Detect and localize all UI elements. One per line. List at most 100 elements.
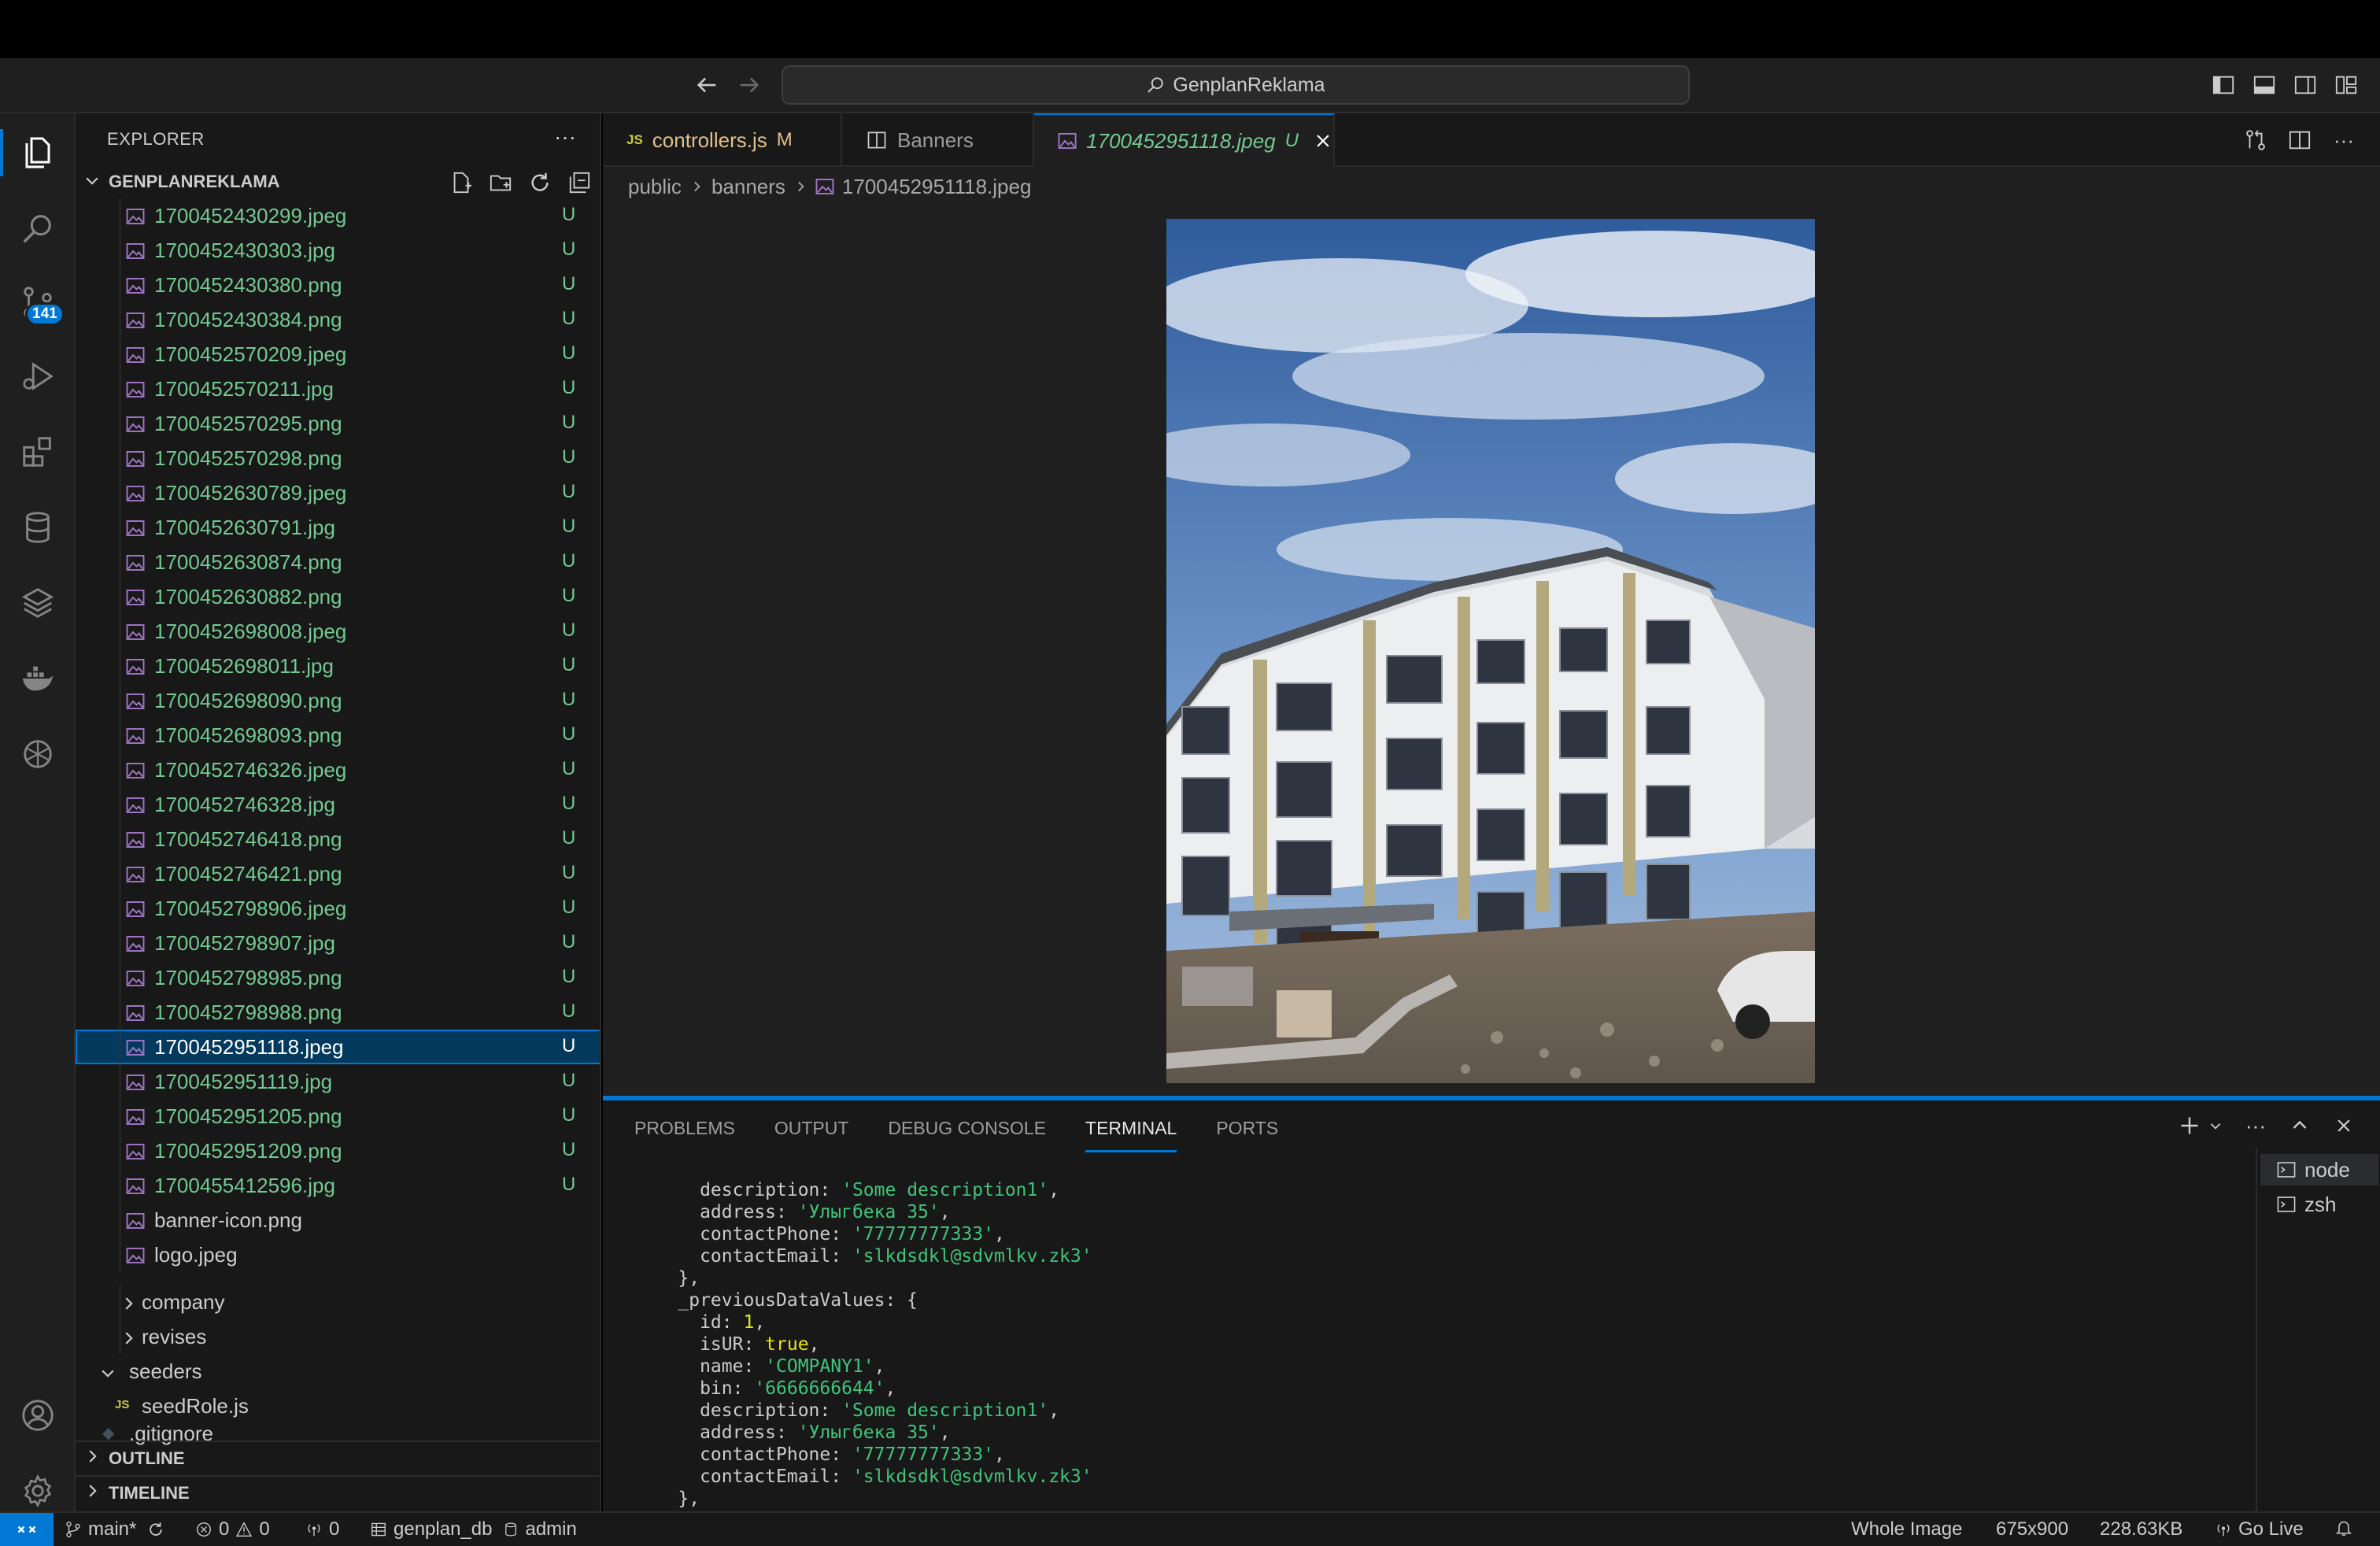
- file-row[interactable]: 1700452570211.jpg U: [76, 372, 600, 406]
- file-row[interactable]: 1700452430303.jpg U: [76, 233, 600, 268]
- tab-banners[interactable]: Banners: [842, 113, 1034, 167]
- terminal-output[interactable]: description: 'Some description1', addres…: [634, 1179, 2256, 1510]
- chatgpt-icon[interactable]: [19, 735, 57, 773]
- settings-gear-icon[interactable]: [19, 1472, 57, 1510]
- more-actions-icon[interactable]: ···: [554, 124, 576, 150]
- breadcrumb-item[interactable]: public: [628, 175, 682, 199]
- accounts-icon[interactable]: [19, 1396, 57, 1434]
- tab-problems[interactable]: PROBLEMS: [634, 1118, 735, 1152]
- outline-section-header[interactable]: OUTLINE: [76, 1441, 600, 1475]
- toggle-secondary-sidebar-icon[interactable]: [2293, 73, 2319, 98]
- file-row[interactable]: 1700452746421.png U: [76, 856, 600, 891]
- close-tab-icon[interactable]: [1313, 130, 1333, 152]
- file-row[interactable]: 1700452430380.png U: [76, 268, 600, 302]
- split-editor-icon[interactable]: [2287, 128, 2312, 153]
- new-folder-icon[interactable]: [488, 170, 513, 195]
- file-row[interactable]: 1700452630789.jpeg U: [76, 475, 600, 510]
- file-row[interactable]: 1700452951209.png U: [76, 1134, 600, 1168]
- file-row[interactable]: banner-icon.png: [76, 1203, 600, 1237]
- breadcrumb-item[interactable]: banners: [711, 175, 785, 199]
- file-row[interactable]: 1700452570209.jpeg U: [76, 337, 600, 372]
- git-branch[interactable]: main*: [65, 1518, 164, 1540]
- toggle-panel-icon[interactable]: [2252, 73, 2278, 98]
- more-actions-icon[interactable]: ···: [2331, 128, 2356, 153]
- image-zoom-mode[interactable]: Whole Image: [1851, 1518, 1962, 1540]
- refresh-icon[interactable]: [527, 170, 552, 195]
- terminal-zsh[interactable]: zsh: [2260, 1189, 2378, 1220]
- workspace-root-folder[interactable]: GENPLANREKLAMA: [76, 165, 600, 198]
- tab-terminal[interactable]: TERMINAL: [1085, 1118, 1177, 1152]
- folder-company[interactable]: company: [76, 1285, 600, 1319]
- file-row[interactable]: 1700452798988.png U: [76, 995, 600, 1030]
- file-row[interactable]: 1700452630882.png U: [76, 579, 600, 614]
- database-connection[interactable]: genplan_db admin: [370, 1518, 577, 1540]
- git-status-badge: U: [562, 412, 576, 433]
- search-icon[interactable]: [19, 209, 57, 247]
- problems-status[interactable]: 0 0: [195, 1518, 270, 1540]
- maximize-panel-icon[interactable]: [2287, 1113, 2312, 1138]
- more-actions-icon[interactable]: ···: [2243, 1113, 2268, 1138]
- new-terminal-icon[interactable]: [2177, 1113, 2202, 1138]
- file-row[interactable]: 1700452698090.png U: [76, 683, 600, 718]
- image-file-icon: [126, 936, 145, 952]
- file-row[interactable]: 1700452951205.png U: [76, 1099, 600, 1134]
- file-row[interactable]: 1700452698008.jpeg U: [76, 614, 600, 649]
- ports-status[interactable]: 0: [305, 1518, 339, 1540]
- run-debug-icon[interactable]: [19, 357, 57, 395]
- close-panel-icon[interactable]: [2331, 1113, 2356, 1138]
- image-preview[interactable]: [1166, 219, 1815, 1083]
- new-file-icon[interactable]: [449, 170, 474, 195]
- remote-indicator[interactable]: [0, 1513, 54, 1546]
- file-row[interactable]: 1700452430384.png U: [76, 302, 600, 337]
- collapse-all-icon[interactable]: [567, 170, 592, 195]
- tab-ports[interactable]: PORTS: [1216, 1118, 1278, 1152]
- folder-revises[interactable]: revises: [76, 1319, 600, 1354]
- command-center-search[interactable]: GenplanReklama: [782, 65, 1690, 105]
- file-row[interactable]: 1700452798906.jpeg U: [76, 891, 600, 926]
- file-row[interactable]: 1700452746418.png U: [76, 822, 600, 856]
- chevron-down-icon[interactable]: [2207, 1113, 2224, 1138]
- back-arrow-icon[interactable]: [693, 71, 721, 99]
- file-row[interactable]: logo.jpeg: [76, 1237, 600, 1272]
- file-row[interactable]: 1700452698093.png U: [76, 718, 600, 753]
- terminal-node[interactable]: node: [2260, 1154, 2378, 1185]
- tab-image-active[interactable]: 1700452951118.jpeg U: [1034, 113, 1335, 167]
- image-file-icon: [126, 313, 145, 328]
- code-token: contactPhone:: [634, 1444, 852, 1465]
- file-row[interactable]: 1700452630874.png U: [76, 545, 600, 579]
- timeline-section-header[interactable]: TIMELINE: [76, 1475, 600, 1510]
- layers-icon[interactable]: [19, 584, 57, 622]
- toggle-sidebar-icon[interactable]: [2212, 73, 2237, 98]
- customize-layout-icon[interactable]: [2334, 73, 2360, 98]
- file-row[interactable]: 1700452798985.png U: [76, 960, 600, 995]
- git-status-badge: U: [562, 481, 576, 502]
- docker-icon[interactable]: [19, 660, 57, 697]
- file-row-selected[interactable]: 1700452951118.jpeg U: [76, 1030, 600, 1064]
- file-row[interactable]: 1700452570295.png U: [76, 406, 600, 441]
- forward-arrow-icon[interactable]: [735, 71, 763, 99]
- file-row[interactable]: 1700452746326.jpeg U: [76, 753, 600, 787]
- explorer-icon[interactable]: [19, 134, 57, 172]
- file-row[interactable]: 1700455412596.jpg U: [76, 1168, 600, 1203]
- extensions-icon[interactable]: [19, 433, 57, 471]
- file-row[interactable]: 1700452430299.jpeg U: [76, 198, 600, 233]
- git-status-badge: U: [562, 862, 576, 883]
- sync-icon[interactable]: [147, 1521, 164, 1538]
- tab-output[interactable]: OUTPUT: [774, 1118, 849, 1152]
- go-live-button[interactable]: Go Live: [2215, 1518, 2304, 1540]
- tab-controllers-js[interactable]: JS controllers.js M: [603, 113, 842, 167]
- file-seedrole-js[interactable]: JS seedRole.js: [76, 1389, 600, 1423]
- open-changes-icon[interactable]: [2243, 128, 2268, 153]
- file-gitignore[interactable]: ◆ .gitignore: [76, 1422, 600, 1445]
- file-row[interactable]: 1700452951119.jpg U: [76, 1064, 600, 1099]
- file-row[interactable]: 1700452798907.jpg U: [76, 926, 600, 960]
- notifications-bell-icon[interactable]: [2334, 1518, 2353, 1537]
- file-row[interactable]: 1700452698011.jpg U: [76, 649, 600, 683]
- database-icon[interactable]: [19, 509, 57, 546]
- folder-seeders[interactable]: seeders: [76, 1354, 600, 1389]
- tab-debug-console[interactable]: DEBUG CONSOLE: [888, 1118, 1046, 1152]
- file-row[interactable]: 1700452746328.jpg U: [76, 787, 600, 822]
- file-row[interactable]: 1700452570298.png U: [76, 441, 600, 475]
- breadcrumb-item[interactable]: 1700452951118.jpeg: [842, 175, 1032, 199]
- file-row[interactable]: 1700452630791.jpg U: [76, 510, 600, 545]
